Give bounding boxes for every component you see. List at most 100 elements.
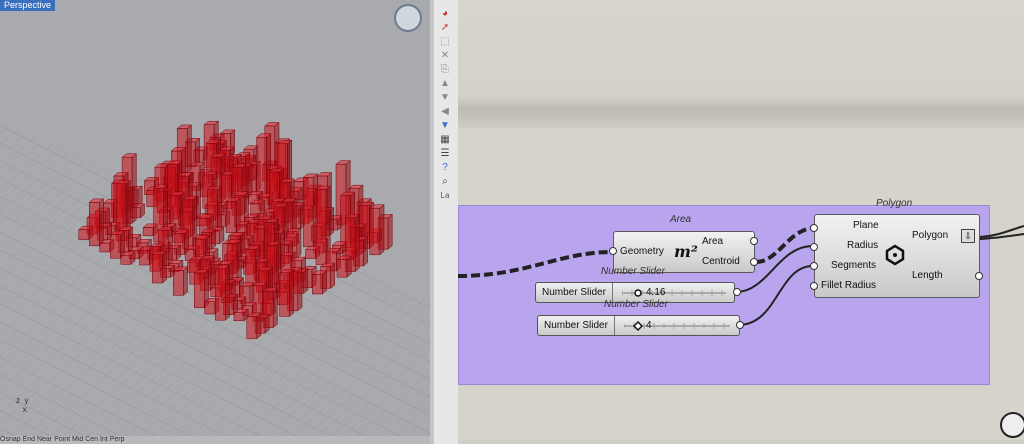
slider1-title: Number Slider (601, 266, 665, 277)
polygon-port-plane[interactable] (810, 224, 818, 232)
number-slider-2[interactable]: Number Slider 4 (537, 315, 740, 336)
extruded-box-face (225, 264, 230, 321)
extruded-box-face (217, 185, 222, 233)
osnap-status-bar: Osnap End Near Point Mid Cen Int Perp (0, 436, 430, 444)
grasshopper-canvas[interactable]: Area Geometry m² Area Centroid Polygon P… (458, 0, 1024, 444)
extruded-box-face (363, 236, 368, 267)
extruded-box-face (152, 254, 163, 284)
polygon-component-title: Polygon (876, 198, 913, 209)
slider2-label: Number Slider (538, 316, 615, 335)
extruded-box-face (387, 213, 393, 250)
canvas-bottom-strip (458, 440, 1024, 444)
slider2-knob (632, 320, 644, 332)
viewport-scene (0, 120, 430, 444)
extruded-box-face (305, 249, 316, 259)
polygon-output-polygon[interactable]: Polygon (912, 230, 948, 241)
axis-indicator: z y x (16, 396, 29, 414)
area-component-title: Area (670, 214, 692, 225)
extruded-box-face (99, 242, 111, 253)
extruded-box-face (120, 254, 132, 265)
extruded-box-face (246, 316, 258, 340)
area-output-port-area[interactable] (750, 237, 758, 245)
help-icon[interactable]: ? (437, 162, 453, 174)
extruded-box-face (315, 189, 327, 266)
canvas-zoom-widget-icon[interactable] (1000, 412, 1024, 438)
extruded-box-face (322, 270, 327, 295)
delete-icon[interactable]: ✕ (437, 50, 453, 62)
polygon-input-fillet-radius[interactable]: Fillet Radius (821, 280, 876, 291)
layer-label: La (440, 191, 450, 200)
select-icon[interactable]: ⬚ (437, 36, 453, 48)
area-output-port-centroid[interactable] (750, 258, 758, 266)
arrow-up-icon[interactable]: ▲ (437, 78, 453, 90)
area-input-port[interactable] (609, 247, 617, 255)
slider1-output-port[interactable] (733, 288, 741, 296)
slider2-track[interactable] (624, 316, 734, 335)
flatten-output-icon[interactable]: ⇩ (961, 229, 975, 243)
wire-slider2-segments (737, 265, 814, 326)
extruded-box-face (99, 198, 104, 247)
extruded-box-face (225, 201, 237, 233)
navigation-gizmo-icon[interactable] (394, 4, 422, 32)
arrow-down-icon[interactable]: ▼ (437, 92, 453, 104)
extruded-box-face (233, 312, 245, 322)
extruded-box-face (183, 266, 188, 296)
polygon-input-radius[interactable]: Radius (847, 240, 878, 251)
extruded-box-face (204, 301, 216, 315)
extruded-box-face (256, 137, 267, 199)
extruded-box-face (256, 312, 262, 340)
extruded-box-face (272, 287, 278, 329)
slider2-output-port[interactable] (736, 321, 744, 329)
extruded-box-face (89, 202, 100, 247)
extruded-box-face (369, 207, 381, 256)
color-wheel-icon[interactable]: ◕ (437, 8, 453, 20)
slider1-label: Number Slider (536, 283, 613, 302)
polygon-input-segments[interactable]: Segments (831, 260, 876, 271)
table-icon[interactable]: ▦ (437, 134, 453, 146)
slider2-title: Number Slider (604, 299, 668, 310)
extruded-box-face (194, 272, 205, 309)
polygon-icon (885, 244, 905, 266)
extruded-box-face (142, 227, 154, 237)
polygon-component[interactable]: Plane Radius Segments Fillet Radius Poly… (814, 214, 980, 298)
copy-icon[interactable]: ⎘ (437, 64, 453, 76)
area-input-geometry[interactable]: Geometry (620, 246, 664, 257)
extruded-box-face (354, 213, 360, 273)
viewport-tab-perspective[interactable]: Perspective (0, 0, 56, 11)
extruded-box-face (379, 204, 385, 256)
extruded-box-face (131, 153, 137, 224)
extruded-box-face (110, 234, 121, 259)
wire-geometry-input (458, 250, 614, 278)
extruded-box-face (215, 268, 226, 321)
extruded-box-face (312, 274, 323, 295)
grasshopper-toolbar: ◕ ➚ ⬚ ✕ ⎘ ▲ ▼ ◀ ▼ ▦ ☰ ? ⌕ La (434, 0, 459, 444)
polygon-output-length[interactable]: Length (912, 270, 943, 281)
extruded-box-face (296, 227, 302, 259)
extruded-box-face (279, 272, 290, 317)
search-icon[interactable]: ⌕ (437, 176, 453, 188)
polygon-port-segments[interactable] (810, 262, 818, 270)
extruded-box-face (297, 266, 303, 312)
area-output-area[interactable]: Area (702, 236, 723, 247)
slider1-knob (634, 289, 642, 297)
extruded-box-face (167, 226, 173, 267)
polygon-port-length[interactable] (975, 272, 983, 280)
area-icon: m² (674, 242, 698, 261)
extruded-box-face (162, 250, 167, 284)
extruded-box-face (330, 262, 336, 289)
extruded-box-face (302, 177, 314, 248)
polygon-input-plane[interactable]: Plane (853, 220, 879, 231)
list-icon[interactable]: ☰ (437, 148, 453, 160)
extruded-box-face (289, 268, 295, 317)
arrow-left-icon[interactable]: ◀ (437, 106, 453, 118)
polygon-port-fillet[interactable] (810, 282, 818, 290)
cursor-icon[interactable]: ➚ (437, 22, 453, 34)
extruded-box-face (303, 268, 309, 294)
filter-icon[interactable]: ▼ (437, 120, 453, 132)
extruded-box-face (139, 250, 150, 266)
extruded-box-face (173, 270, 184, 296)
area-output-centroid[interactable]: Centroid (702, 256, 740, 267)
slider2-value: 4 (646, 320, 652, 331)
rhino-perspective-viewport[interactable]: Perspective z y x Osnap End Near Point M… (0, 0, 430, 444)
polygon-port-radius[interactable] (810, 243, 818, 251)
